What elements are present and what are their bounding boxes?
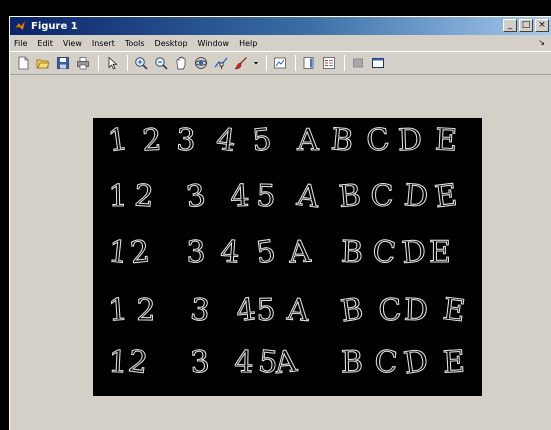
menu-help[interactable]: Help [234,39,262,48]
glyph-a: A [288,234,312,271]
save-icon[interactable] [54,54,72,72]
menu-desktop[interactable]: Desktop [150,39,193,48]
glyph-5: 5 [256,292,277,329]
glyph-a: A [273,343,299,382]
open-file-icon[interactable] [34,54,52,72]
glyph-b: B [337,178,363,216]
toolbar-separator [127,55,128,71]
show-tools-icon[interactable] [369,54,387,72]
glyph-4: 4 [214,121,238,160]
glyph-d: D [403,292,429,329]
menu-tools[interactable]: Tools [120,39,150,48]
data-cursor-icon[interactable] [212,54,230,72]
image-axes[interactable]: 12345ABCDE12345ABCDE12345ABCDE12345ABCDE… [93,118,482,396]
glyph-d: D [397,122,423,159]
maximize-button[interactable]: □ [519,19,533,32]
link-plot-icon[interactable] [271,54,289,72]
matlab-logo-icon [13,19,27,33]
glyph-5: 5 [254,233,279,272]
figure-window: Figure 1 _ □ × File Edit View Insert Too… [9,16,551,430]
glyph-e: E [429,235,452,270]
glyph-b: B [340,344,364,381]
figure-toolbar [10,51,551,75]
glyph-2: 2 [136,292,157,329]
colorbar-icon[interactable] [300,54,318,72]
zoom-in-icon[interactable] [132,54,150,72]
glyph-2: 2 [141,122,163,159]
glyph-e: E [432,177,459,216]
glyph-3: 3 [188,292,212,330]
toolbar-separator [98,55,99,71]
glyph-e: E [441,291,468,330]
minimize-button[interactable]: _ [503,19,517,32]
brush-icon[interactable] [232,54,250,72]
glyph-2: 2 [133,178,155,215]
glyph-3: 3 [186,234,207,271]
pan-icon[interactable] [172,54,190,72]
glyph-e: E [434,122,459,159]
glyph-3: 3 [184,177,209,216]
glyph-a: A [297,123,320,158]
glyph-d: D [401,343,431,382]
glyph-1: 1 [106,121,131,160]
hide-tools-icon[interactable] [349,54,367,72]
toolbar-separator [266,55,267,71]
glyph-b: B [338,291,366,330]
rotate-3d-icon[interactable] [192,54,210,72]
legend-icon[interactable] [320,54,338,72]
title-bar[interactable]: Figure 1 _ □ × [10,17,551,35]
dropdown-arrow-icon[interactable] [252,54,260,72]
dock-arrow-icon[interactable]: ↘ [538,38,545,47]
toolbar-separator [295,55,296,71]
menu-file[interactable]: File [10,39,32,48]
menu-insert[interactable]: Insert [87,39,120,48]
glyph-2: 2 [126,343,151,382]
pointer-icon[interactable] [103,54,121,72]
glyph-4: 4 [219,234,241,271]
glyph-b: B [329,122,355,160]
glyph-b: B [340,234,364,271]
menu-view[interactable]: View [58,39,87,48]
glyph-c: C [370,179,394,214]
glyph-c: C [364,121,392,160]
toolbar-separator [344,55,345,71]
menu-window[interactable]: Window [193,39,235,48]
glyph-e: E [442,344,467,381]
glyph-2: 2 [128,234,152,272]
glyph-5: 5 [250,122,273,160]
figure-canvas: 12345ABCDE12345ABCDE12345ABCDE12345ABCDE… [10,75,551,430]
window-title: Figure 1 [31,20,78,32]
glyph-a: A [295,177,322,216]
glyph-3: 3 [189,344,211,381]
print-icon[interactable] [74,54,92,72]
new-figure-icon[interactable] [14,54,32,72]
glyph-5: 5 [255,178,277,215]
zoom-out-icon[interactable] [152,54,170,72]
glyph-3: 3 [175,122,197,159]
menu-edit[interactable]: Edit [32,39,58,48]
glyph-a: A [285,292,311,329]
menu-bar: File Edit View Insert Tools Desktop Wind… [10,35,551,51]
close-button[interactable]: × [535,19,549,32]
